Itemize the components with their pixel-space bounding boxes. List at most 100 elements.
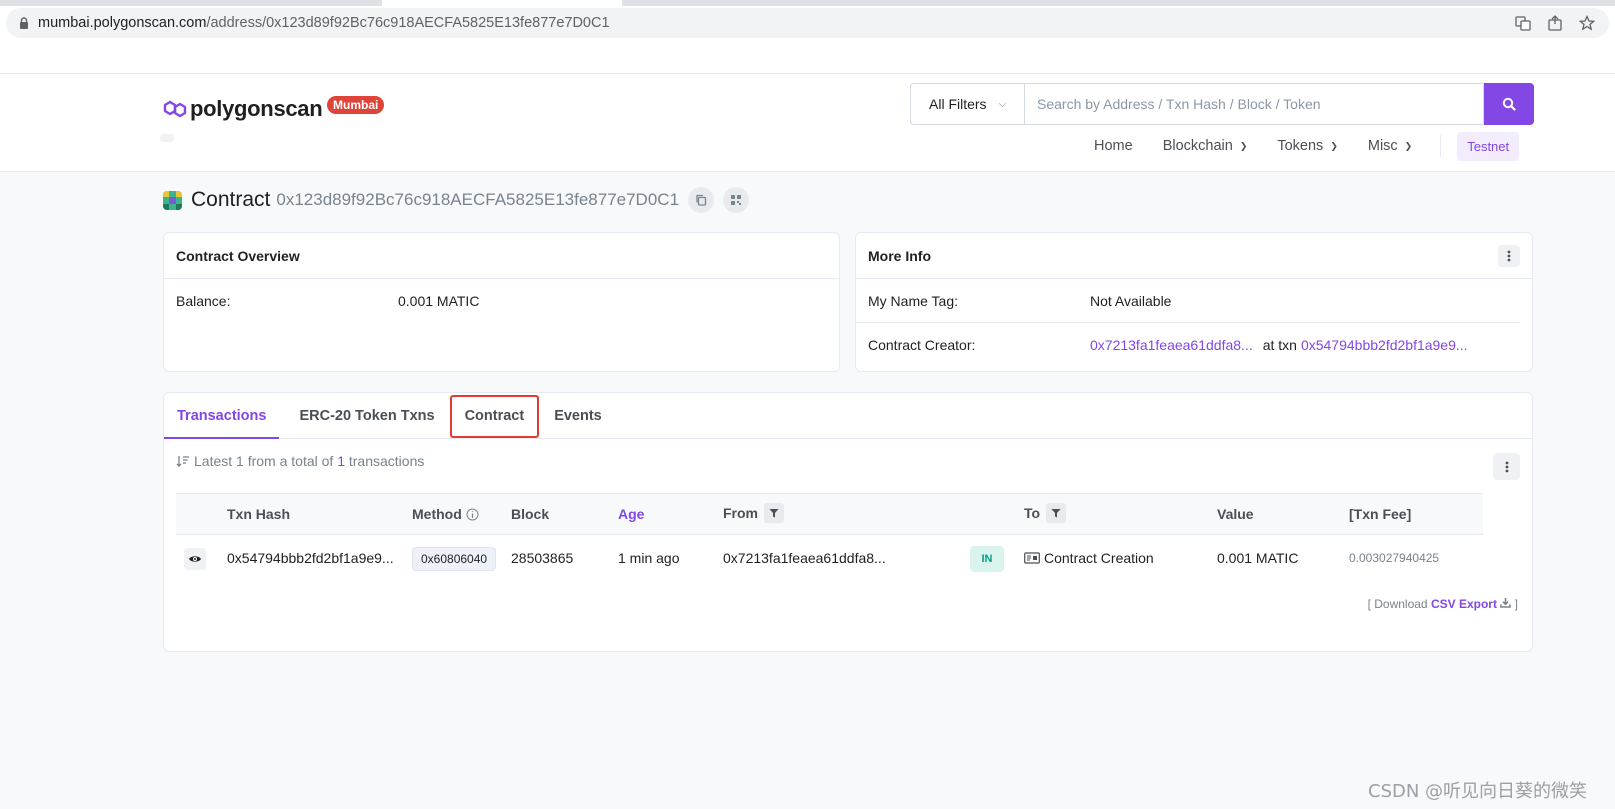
nav-misc-label: Misc	[1367, 138, 1398, 154]
eye-icon	[189, 556, 201, 562]
txn-fee-value: 0.003027940425	[1349, 551, 1440, 565]
balance-label: Balance:	[176, 293, 231, 309]
search-button[interactable]	[1484, 83, 1534, 125]
creator-address-link[interactable]: 0x7213fa1feaea61ddfa8...	[1090, 337, 1253, 353]
summary-count: 1	[337, 453, 345, 469]
more-info-header: More Info	[856, 233, 1532, 279]
csv-download: [ Download CSV Export ]	[1368, 597, 1518, 611]
csv-export-link[interactable]: CSV Export	[1431, 597, 1515, 611]
col-method-label: Method	[412, 506, 462, 522]
filter-icon	[1051, 509, 1061, 518]
nav-tokens[interactable]: Tokens ❯	[1277, 138, 1338, 154]
chevron-down-icon: ❯	[1404, 140, 1413, 151]
table-header: Txn Hash Method Block Age From To Value …	[176, 493, 1483, 535]
search-filter-select[interactable]: All Filters ⌵	[910, 83, 1024, 125]
col-method: Method	[412, 506, 479, 522]
nav-misc[interactable]: Misc ❯	[1368, 138, 1412, 154]
balance-value: 0.001 MATIC	[398, 293, 480, 309]
lock-icon[interactable]	[18, 17, 30, 29]
csv-prefix: [ Download	[1367, 597, 1428, 611]
qr-code-button[interactable]	[723, 187, 750, 213]
nav-blockchain-label: Blockchain	[1162, 138, 1233, 154]
polygonscan-logo[interactable]: polygonscan	[162, 96, 323, 122]
name-tag-value: Not Available	[1090, 292, 1172, 309]
polygon-logo-icon	[163, 100, 187, 118]
more-options-button[interactable]	[1498, 245, 1520, 267]
tab-erc20-token-txns[interactable]: ERC-20 Token Txns	[279, 393, 447, 438]
direction-badge: IN	[970, 546, 1004, 572]
url-text[interactable]: mumbai.polygonscan.com/address/0x123d89f…	[38, 15, 610, 31]
tab-events[interactable]: Events	[541, 393, 615, 438]
value-amount: 0.001 MATIC	[1217, 550, 1299, 566]
csv-export-label: CSV Export	[1430, 597, 1497, 611]
page-title: Contract 0x123d89f92Bc76c918AECFA5825E13…	[163, 187, 750, 213]
nav-divider	[1440, 135, 1442, 157]
col-age[interactable]: Age	[618, 506, 644, 522]
nav-blockchain[interactable]: Blockchain ❯	[1163, 138, 1248, 154]
card-title: More Info	[868, 247, 931, 264]
summary-prefix: Latest 1 from a total of	[194, 453, 334, 469]
more-vertical-icon	[1507, 250, 1511, 262]
col-to: To	[1024, 503, 1067, 523]
search-input[interactable]	[1024, 83, 1484, 125]
copy-address-button[interactable]	[688, 187, 715, 213]
contract-address: 0x123d89f92Bc76c918AECFA5825E13fe877e7D0…	[276, 190, 680, 209]
url-path: /address/0x123d89f92Bc76c918AECFA5825E13…	[206, 15, 610, 31]
filter-icon	[769, 509, 779, 518]
summary-suffix: transactions	[348, 453, 425, 469]
nav-home[interactable]: Home	[1094, 138, 1133, 154]
search-bar: All Filters ⌵	[910, 83, 1534, 125]
to-cell: Contract Creation	[1024, 550, 1154, 566]
creator-label: Contract Creator:	[868, 337, 976, 353]
csdn-watermark: CSDN @听见向日葵的微笑	[1368, 781, 1588, 802]
main-nav: Home Blockchain ❯ Tokens ❯ Misc ❯ Testnet	[1094, 130, 1520, 162]
nav-tokens-label: Tokens	[1277, 138, 1324, 154]
from-address-link[interactable]: 0x7213fa1feaea61ddfa8...	[723, 550, 886, 566]
chevron-down-icon: ❯	[1330, 140, 1338, 151]
col-from-label: From	[723, 505, 758, 521]
info-icon[interactable]	[466, 508, 479, 521]
contract-overview-card: Contract Overview Balance: 0.001 MATIC	[163, 232, 840, 372]
csv-suffix: ]	[1514, 597, 1518, 611]
from-filter-button[interactable]	[764, 503, 784, 523]
view-txn-button[interactable]	[184, 548, 206, 570]
txn-summary: Latest 1 from a total of 1 transactions	[176, 453, 424, 469]
to-filter-button[interactable]	[1046, 503, 1067, 523]
copy-icon	[696, 194, 707, 206]
more-vertical-icon	[1505, 461, 1508, 472]
tab-contract[interactable]: Contract	[449, 394, 540, 438]
creator-txn-link[interactable]: 0x54794bbb2fd2bf1a9e9...	[1301, 337, 1468, 353]
col-txn-fee[interactable]: [Txn Fee]	[1349, 506, 1411, 522]
more-info-card: More Info My Name Tag: Not Available Con…	[855, 232, 1533, 372]
name-tag-label: My Name Tag:	[868, 292, 958, 309]
name-tag-row: My Name Tag: Not Available	[856, 279, 1520, 323]
to-value: Contract Creation	[1044, 550, 1154, 566]
tab-transactions[interactable]: Transactions	[164, 393, 280, 439]
download-icon	[1500, 598, 1512, 608]
sort-icon	[176, 456, 189, 467]
browser-active-tab[interactable]	[382, 0, 622, 6]
col-from: From	[723, 503, 784, 523]
network-status-indicator	[160, 134, 174, 142]
card-title: Contract Overview	[164, 233, 839, 279]
table-options-button[interactable]	[1493, 453, 1520, 480]
page-title-label: Contract	[191, 188, 271, 211]
chevron-down-icon: ⌵	[998, 98, 1007, 110]
col-value: Value	[1217, 506, 1254, 522]
col-block: Block	[511, 506, 550, 522]
contract-file-icon	[1024, 552, 1040, 564]
share-icon[interactable]	[1545, 13, 1565, 33]
txn-hash-link[interactable]: 0x54794bbb2fd2bf1a9e9...	[227, 550, 394, 566]
translate-icon[interactable]	[1513, 13, 1533, 33]
block-link[interactable]: 28503865	[511, 550, 573, 566]
table-row: 0x54794bbb2fd2bf1a9e9... 0x60806040 2850…	[176, 536, 1483, 582]
logo-text: polygonscan	[190, 96, 323, 121]
col-to-label: To	[1024, 505, 1041, 521]
network-badge: Mumbai	[327, 96, 385, 114]
address-bar[interactable]: mumbai.polygonscan.com/address/0x123d89f…	[6, 8, 1609, 38]
bookmark-star-icon[interactable]	[1577, 13, 1597, 33]
testnet-button[interactable]: Testnet	[1457, 131, 1520, 161]
method-badge: 0x60806040	[412, 547, 497, 571]
col-txn-hash: Txn Hash	[227, 506, 291, 522]
at-txn-label: at txn	[1262, 337, 1297, 353]
